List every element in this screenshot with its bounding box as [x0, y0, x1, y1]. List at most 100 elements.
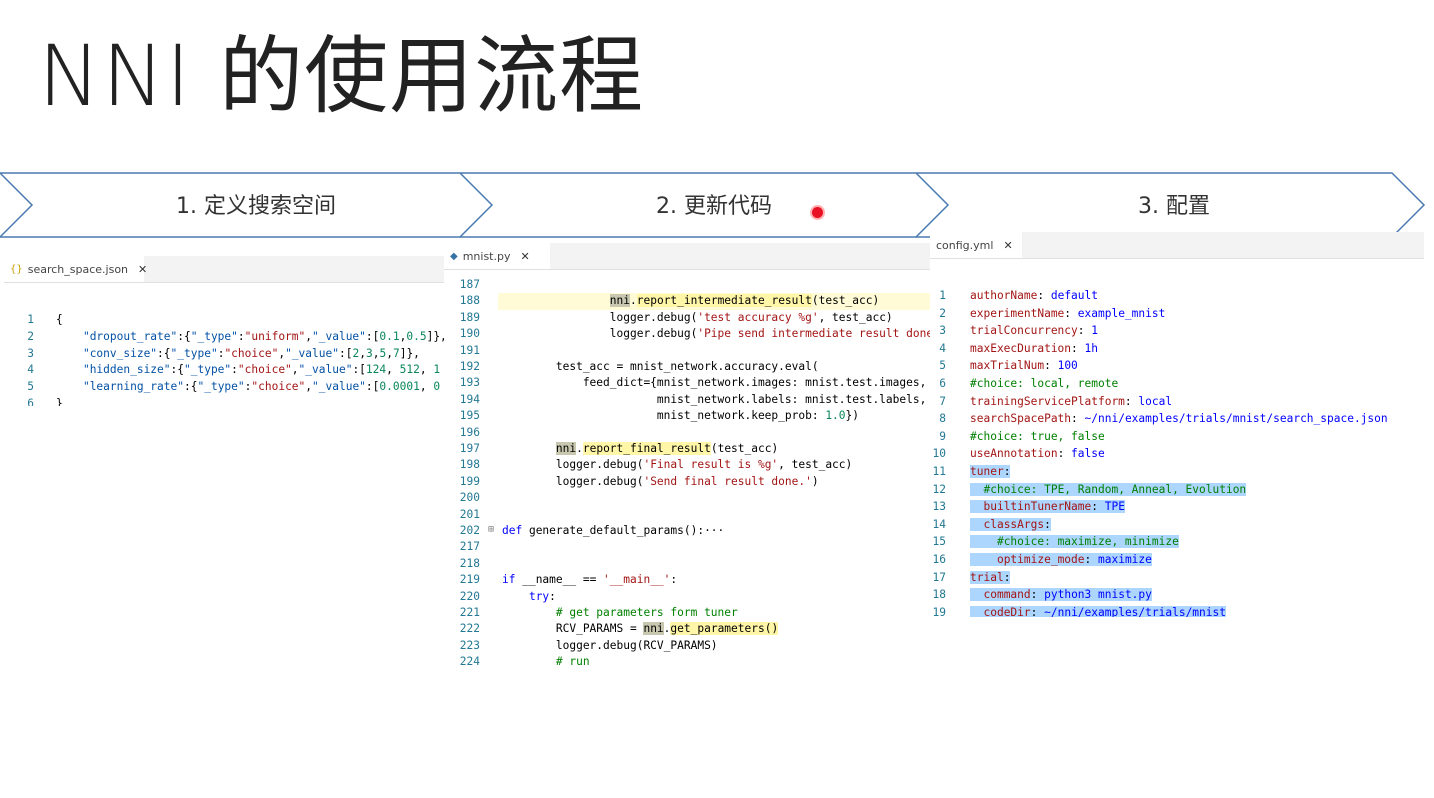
code-line: builtinTunerName: TPE — [970, 500, 1125, 514]
line-number: 14 — [932, 517, 946, 531]
step-3-label: 3. 配置 — [1138, 194, 1210, 219]
code-line: { — [56, 313, 63, 326]
code-line: #choice: local, remote — [970, 377, 1119, 390]
code-line: #choice: true, false — [970, 429, 1105, 443]
tab-label: search_space.json — [27, 262, 129, 276]
line-number: 200 — [459, 491, 480, 505]
code-line: "hidden_size":{"_type":"choice","_value"… — [82, 363, 441, 377]
json-file-icon: {} — [10, 263, 23, 275]
line-number: 193 — [459, 376, 480, 390]
line-number: 198 — [459, 458, 480, 472]
code-line: mnist_network.keep_prob: 1.0}) — [502, 409, 860, 423]
line-number: 218 — [459, 556, 480, 570]
line-number: 192 — [459, 360, 480, 373]
code-line: RCV_PARAMS = nni.get_parameters() — [502, 622, 779, 636]
tab-label: mnist.py — [462, 249, 511, 263]
code-line: trial: — [970, 570, 1011, 584]
code-line: tuner: — [970, 465, 1011, 478]
editor-tab-bar: ◆ mnist.py ✕ — [444, 243, 930, 270]
tab-search-space-json[interactable]: {} search_space.json ✕ — [4, 256, 147, 282]
line-number: 1 — [939, 289, 946, 302]
close-tab-icon[interactable]: ✕ — [138, 263, 147, 276]
line-number: 10 — [932, 447, 946, 461]
code-line: command: python3 mnist.py — [970, 588, 1152, 602]
code-line: classArgs: — [970, 517, 1051, 531]
code-line: logger.debug('Pipe send intermediate res… — [502, 327, 930, 341]
code-line: trainingServicePlatform: local — [970, 394, 1173, 408]
config-editor: config.yml ✕ 1 authorName: default 2 experi… — [930, 232, 1424, 617]
editor-tab-bar: {} search_space.json ✕ — [4, 256, 444, 283]
code-line: # run — [502, 655, 590, 666]
line-number: 199 — [459, 474, 480, 488]
line-number: 15 — [932, 535, 946, 549]
step-2-label: 2. 更新代码 — [656, 194, 772, 219]
code-line: experimentName: example_mnist — [970, 306, 1166, 320]
code-line: searchSpacePath: ~/nni/examples/trials/m… — [970, 412, 1388, 426]
code-line: #choice: maximize, minimize — [970, 535, 1179, 549]
line-number: 221 — [459, 606, 480, 619]
code-line: codeDir: ~/nni/examples/trials/mnist — [970, 605, 1226, 617]
line-number: 188 — [459, 294, 480, 308]
code-line: optimize_mode: maximize — [970, 553, 1152, 566]
code-line: "dropout_rate":{"_type":"uniform","_valu… — [82, 329, 444, 343]
close-tab-icon[interactable]: ✕ — [520, 250, 529, 263]
line-number: 220 — [459, 589, 480, 603]
line-number: 5 — [939, 359, 946, 373]
search-space-editor: {} search_space.json ✕ 1 {2 "dropout_rate… — [4, 256, 444, 406]
code-line: maxTrialNum: 100 — [970, 359, 1078, 373]
python-file-icon: ◆ — [450, 250, 458, 262]
line-number: 17 — [932, 570, 946, 584]
code-line: } — [56, 397, 63, 406]
mnist-editor: ◆ mnist.py ✕ 187 188 nni.report_intermedi… — [444, 243, 930, 666]
line-number: 195 — [459, 409, 480, 423]
line-number: 6 — [939, 377, 946, 390]
slide-title: NNI 的使用流程 — [38, 27, 645, 125]
code-line: trialConcurrency: 1 — [970, 324, 1099, 338]
line-number: 3 — [939, 324, 946, 338]
code-line: logger.debug(RCV_PARAMS) — [502, 638, 718, 652]
code-line: test_acc = mnist_network.accuracy.eval( — [502, 360, 819, 373]
code-line: #choice: TPE, Random, Anneal, Evolution — [970, 482, 1247, 496]
tab-label: config.yml — [936, 238, 994, 252]
code-line: logger.debug('Send final result done.') — [502, 474, 819, 488]
code-line: logger.debug('Final result is %g', test_… — [502, 458, 853, 472]
tab-config-yml[interactable]: config.yml ✕ — [930, 232, 1022, 258]
line-number: 3 — [27, 346, 34, 360]
line-number: 187 — [459, 278, 480, 291]
line-number: 217 — [459, 540, 480, 554]
code-area[interactable]: 1 {2 "dropout_rate":{"_type":"uniform","_… — [4, 283, 444, 406]
editor-tab-bar: config.yml ✕ — [930, 232, 1424, 259]
line-number: 6 — [27, 397, 34, 406]
line-number: 219 — [459, 573, 480, 587]
line-number: 2 — [939, 306, 946, 320]
code-line: mnist_network.labels: mnist.test.labels, — [502, 392, 927, 406]
code-line: def generate_default_params():··· — [502, 524, 725, 537]
tab-mnist-py[interactable]: ◆ mnist.py ✕ — [444, 243, 550, 269]
code-line: logger.debug('test accuracy %g', test_ac… — [502, 310, 893, 324]
line-number: 202 — [459, 524, 480, 537]
close-tab-icon[interactable]: ✕ — [1003, 239, 1012, 252]
line-number: 8 — [939, 412, 946, 426]
line-number: 201 — [459, 507, 480, 521]
code-line: feed_dict={mnist_network.images: mnist.t… — [502, 376, 927, 390]
code-line: # get parameters form tuner — [502, 606, 738, 619]
step-1-label: 1. 定义搜索空间 — [176, 194, 336, 219]
line-number: 1 — [27, 313, 34, 326]
line-number: 190 — [459, 327, 480, 341]
code-line: nni.report_intermediate_result(test_acc) — [609, 294, 880, 308]
code-line: nni.report_final_result(test_acc) — [555, 442, 779, 455]
line-number: 191 — [459, 343, 480, 357]
fold-expand-icon[interactable]: ⊞ — [488, 524, 494, 535]
line-number: 223 — [459, 638, 480, 652]
line-number: 13 — [932, 500, 946, 514]
record-indicator-icon — [812, 207, 823, 218]
line-number: 11 — [932, 465, 946, 478]
line-number: 196 — [459, 425, 480, 439]
line-number: 222 — [459, 622, 480, 636]
code-area[interactable]: 187 188 nni.report_intermediate_result(te… — [444, 270, 930, 666]
line-number: 4 — [939, 341, 946, 355]
code-line: "learning_rate":{"_type":"choice","_valu… — [82, 380, 441, 394]
code-area[interactable]: 1 authorName: default 2 experimentName: exa… — [930, 259, 1424, 617]
line-number: 224 — [459, 655, 480, 666]
code-line: "conv_size":{"_type":"choice","_value":[… — [82, 346, 420, 360]
